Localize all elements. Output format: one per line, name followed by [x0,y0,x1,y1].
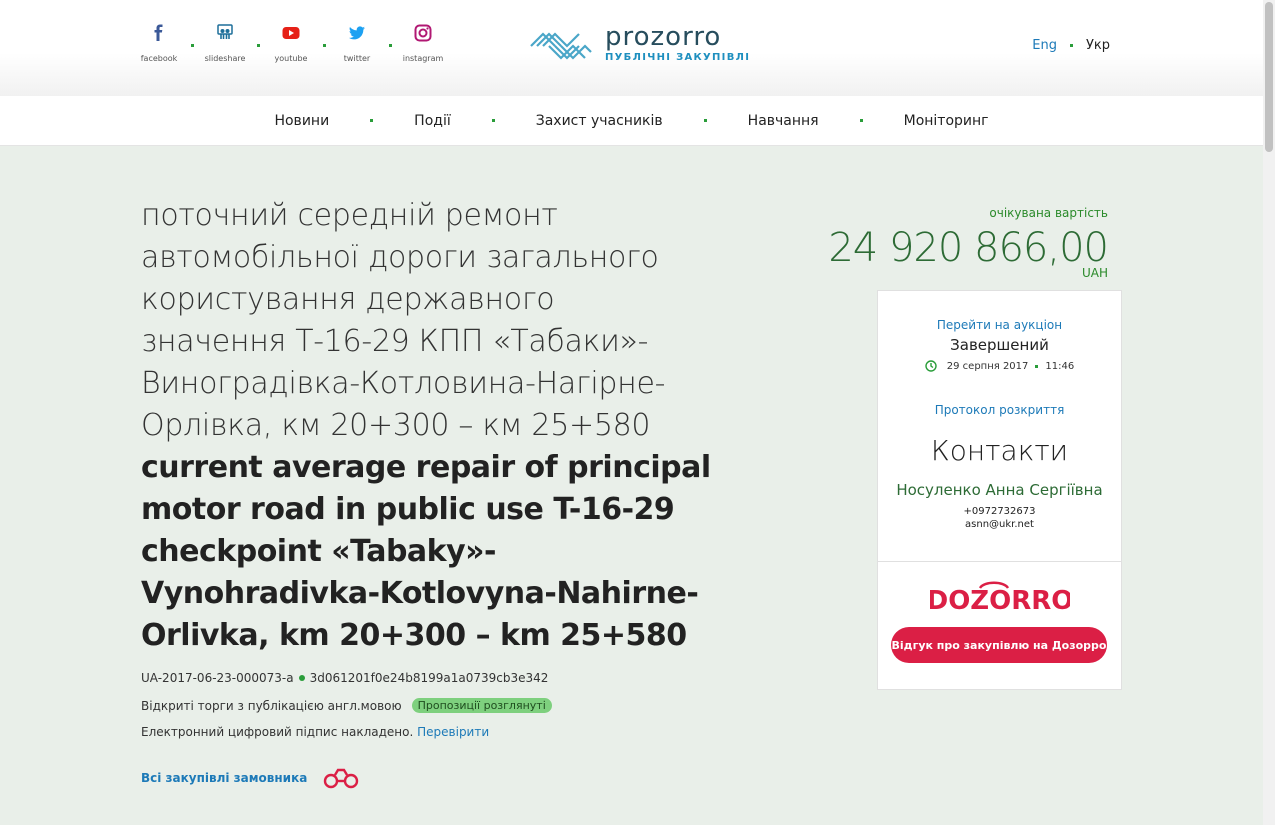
card-divider [878,561,1121,562]
tender-title-en: current average repair of principal moto… [141,450,711,653]
go-to-auction-link[interactable]: Перейти на аукціон [878,318,1121,332]
contacts-heading: Контакти [930,434,1069,467]
tender-hash: 3d061201f0e24b8199a1a0739cb3e342 [309,671,549,685]
verify-signature-link[interactable]: Перевірити [417,725,489,739]
expected-value-label: очікувана вартість [989,206,1108,220]
separator-dot [177,24,207,47]
lang-eng-link[interactable]: Eng [1032,38,1057,53]
dozorro-logo-icon: DOZORRO [930,581,1070,613]
page-scrollbar[interactable] [1263,0,1275,825]
signature-text: Електронний цифровий підпис накладено. [141,725,414,739]
all-purchases-row: Всі закупівлі замовника [141,766,361,790]
main-nav: Новини Події Захист учасників Навчання М… [0,96,1263,146]
status-badge: Пропозиції розглянуті [411,698,552,713]
youtube-link[interactable]: youtube [273,24,309,63]
youtube-label: youtube [274,54,308,63]
youtube-icon [282,27,300,39]
nav-item-training[interactable]: Навчання [746,113,821,129]
prozorro-logo-icon [530,32,592,60]
signature-row: Електронний цифровий підпис накладено. П… [141,725,489,739]
dozorro-review-button[interactable]: Відгук про закупівлю на Дозорро [891,627,1107,663]
language-switcher: Eng Укр [1032,38,1110,53]
facebook-icon [154,24,163,41]
nav-item-participants-protection[interactable]: Захист учасників [534,113,665,129]
info-card: Перейти на аукціон Завершений 29 серпня … [877,290,1122,690]
separator-dot [1069,44,1073,47]
separator-dot [298,675,305,681]
separator-dot [375,24,405,47]
currency-label: UAH [1081,266,1108,280]
expected-value: 24 920 866,00 [828,225,1109,271]
twitter-link[interactable]: twitter [339,24,375,63]
site-header: facebook slideshare youtube twitter inst… [0,0,1263,96]
logo-name: prozorro [605,22,722,52]
procedure-row: Відкриті торги з публікацією англ.мовою … [141,698,552,713]
nav-item-events[interactable]: Події [412,113,453,129]
nav-item-news[interactable]: Новини [272,113,331,129]
separator-dot [491,119,495,122]
all-purchases-link[interactable]: Всі закупівлі замовника [141,771,307,785]
lang-ukr-current[interactable]: Укр [1086,38,1110,53]
separator-dot [243,24,273,47]
instagram-link[interactable]: instagram [402,24,444,63]
auction-status: Завершений [950,336,1049,354]
auction-time: 11:46 [1045,360,1075,372]
slideshare-link[interactable]: slideshare [204,24,246,63]
slideshare-label: slideshare [204,54,246,63]
tender-id: UA-2017-06-23-000073-a [141,671,294,685]
contact-name: Носуленко Анна Сергіївна [896,481,1103,499]
scrollbar-thumb[interactable] [1265,2,1273,152]
twitter-label: twitter [343,54,371,63]
instagram-label: instagram [402,54,444,63]
separator-dot [309,24,339,47]
facebook-label: facebook [140,54,178,63]
separator-dot [859,119,863,122]
separator-dot [703,119,707,122]
binoculars-icon[interactable] [321,766,361,790]
dozorro-logo: DOZORRO [878,579,1121,613]
twitter-icon [349,26,365,40]
slideshare-icon [217,24,233,39]
contact-phone: +0972732673 [963,506,1036,517]
protocol-link[interactable]: Протокол розкриття [878,403,1121,417]
social-links: facebook slideshare youtube twitter inst… [141,24,444,63]
instagram-icon [414,24,432,42]
contact-email: asnn@ukr.net [965,519,1034,530]
separator-dot [1035,364,1039,368]
logo-subtitle: ПУБЛІЧНІ ЗАКУПІВЛІ [605,52,751,63]
tender-ids: UA-2017-06-23-000073-a 3d061201f0e24b819… [141,671,548,685]
prozorro-logo[interactable]: prozorro ПУБЛІЧНІ ЗАКУПІВЛІ [529,22,750,66]
tender-title-ua: поточний середній ремонт автомобільної д… [141,198,666,443]
procedure-type: Відкриті торги з публікацією англ.мовою [141,698,402,713]
nav-item-monitoring[interactable]: Моніторинг [902,113,991,129]
auction-date: 29 серпня 2017 [946,360,1029,372]
separator-dot [370,119,374,122]
clock-icon [925,360,937,372]
dozorro-logo-text: DOZORRO [930,586,1070,613]
auction-datetime: 29 серпня 2017 11:46 [878,360,1121,372]
facebook-link[interactable]: facebook [141,24,177,63]
